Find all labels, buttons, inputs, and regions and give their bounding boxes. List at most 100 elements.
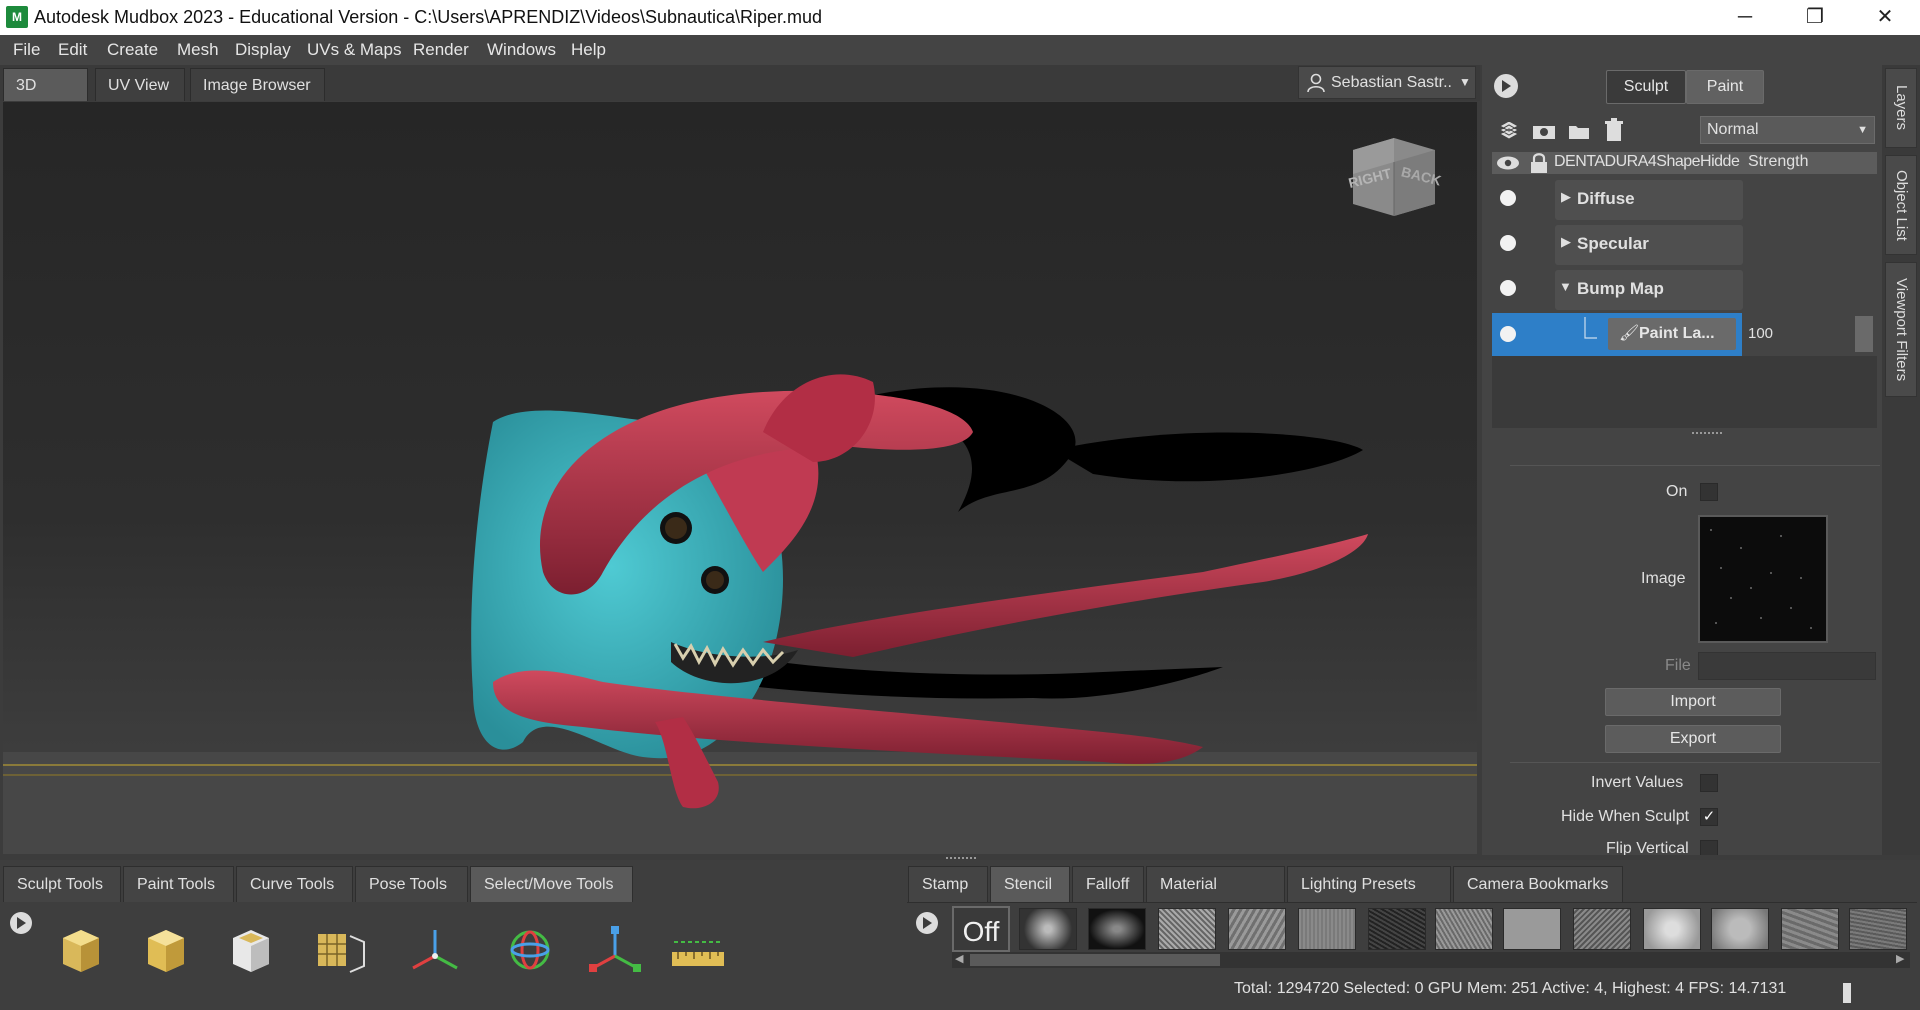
status-bar-text: Total: 1294720 Selected: 0 GPU Mem: 251 … (1234, 980, 1787, 997)
menu-help[interactable]: Help (571, 35, 606, 65)
hide-when-sculpt-checkbox[interactable]: ✓ (1700, 808, 1718, 826)
tab-lighting-presets[interactable]: Lighting Presets (1287, 866, 1451, 902)
menu-file[interactable]: File (13, 35, 40, 65)
side-tab-viewport-filters[interactable]: Viewport Filters (1885, 262, 1917, 397)
side-tab-layers[interactable]: Layers (1885, 68, 1917, 148)
tab-image-browser[interactable]: Image Browser (190, 68, 325, 101)
3d-viewport[interactable]: RIGHT BACK (3, 102, 1477, 854)
maximize-button[interactable]: ❐ (1780, 0, 1850, 35)
translate-lattice-icon[interactable] (312, 922, 372, 978)
menu-windows[interactable]: Windows (487, 35, 556, 65)
paint-layer-row-selected[interactable]: 🖌 Paint La... (1492, 313, 1742, 356)
channel-diffuse[interactable]: ▶ Diffuse (1555, 180, 1743, 220)
select-faces-icon[interactable] (55, 922, 115, 978)
tray-scrollbar[interactable]: ◀ ▶ (952, 952, 1910, 968)
strength-field[interactable]: 100 (1742, 313, 1877, 356)
visibility-dot[interactable] (1500, 326, 1516, 342)
stencil-thumbnail[interactable] (1711, 908, 1769, 950)
visibility-dot[interactable] (1500, 190, 1516, 206)
paint-layer-label: Paint La... (1639, 325, 1715, 342)
tab-select-move-tools[interactable]: Select/Move Tools (470, 866, 633, 902)
tab-stamp[interactable]: Stamp (908, 866, 988, 902)
eye-icon[interactable] (1496, 155, 1520, 171)
on-checkbox[interactable] (1700, 483, 1718, 501)
minimize-button[interactable]: ─ (1710, 0, 1780, 35)
select-uv-icon[interactable] (225, 922, 285, 978)
tab-pose-tools[interactable]: Pose Tools (355, 866, 468, 902)
stencil-thumbnail[interactable] (1368, 908, 1426, 950)
blend-mode-dropdown[interactable]: Normal ▼ (1700, 116, 1875, 144)
scroll-right-arrow-icon[interactable]: ▶ (1896, 952, 1904, 965)
import-button[interactable]: Import (1605, 688, 1781, 716)
tab-paint-tools[interactable]: Paint Tools (123, 866, 234, 902)
scroll-left-arrow-icon[interactable]: ◀ (955, 952, 963, 965)
measure-icon[interactable] (668, 922, 728, 978)
menu-display[interactable]: Display (235, 35, 291, 65)
menu-create[interactable]: Create (107, 35, 158, 65)
channel-label: Specular (1577, 234, 1649, 253)
tab-stencil[interactable]: Stencil (990, 866, 1070, 902)
tab-material-presets[interactable]: Material Presets (1146, 866, 1285, 929)
status-indicator (1843, 983, 1851, 1003)
tab-sculpt-tools[interactable]: Sculpt Tools (3, 866, 121, 902)
tray-expand-arrow-icon[interactable] (8, 910, 34, 936)
tab-curve-tools[interactable]: Curve Tools (236, 866, 353, 902)
user-name: Sebastian Sastr.. (1331, 74, 1452, 91)
splitter-handle[interactable] (1692, 432, 1722, 440)
lock-icon[interactable] (1530, 153, 1548, 173)
tray-expand-arrow-icon[interactable] (914, 910, 940, 936)
stencil-thumbnail[interactable] (1228, 908, 1286, 950)
viewcube[interactable]: RIGHT BACK (1345, 132, 1443, 216)
paint-layer-button[interactable]: 🖌 Paint La... (1608, 318, 1736, 350)
channel-bump-map[interactable]: ▼ Bump Map (1555, 270, 1743, 310)
side-tab-object-list[interactable]: Object List (1885, 155, 1917, 255)
stencil-thumbnail[interactable] (1503, 908, 1561, 950)
channel-specular[interactable]: ▶ Specular (1555, 225, 1743, 265)
visibility-dot[interactable] (1500, 280, 1516, 296)
stencil-thumbnail[interactable] (1435, 908, 1493, 950)
tab-uv-view[interactable]: UV View (95, 68, 185, 101)
scale-icon[interactable] (585, 922, 645, 978)
scrollbar-thumb[interactable] (970, 954, 1220, 966)
tab-3d-view[interactable]: 3D View (3, 68, 88, 127)
menu-mesh[interactable]: Mesh (177, 35, 219, 65)
invert-values-checkbox[interactable] (1700, 774, 1718, 792)
invert-values-label: Invert Values (1591, 774, 1684, 791)
stencil-thumbnail[interactable] (1781, 908, 1839, 950)
menu-uvs-maps[interactable]: UVs & Maps (307, 35, 401, 65)
flip-vertical-checkbox[interactable] (1700, 840, 1718, 855)
menu-render[interactable]: Render (413, 35, 469, 65)
file-label: File (1665, 657, 1691, 674)
stencil-off-thumbnail[interactable]: Off (952, 906, 1010, 952)
layers-stack-icon[interactable] (1498, 120, 1520, 142)
close-button[interactable]: ✕ (1850, 0, 1920, 35)
trash-icon[interactable] (1604, 118, 1624, 142)
tab-paint[interactable]: Paint (1686, 70, 1764, 104)
stencil-thumbnail[interactable] (1573, 908, 1631, 950)
tab-camera-bookmarks[interactable]: Camera Bookmarks (1453, 866, 1623, 902)
user-account-dropdown[interactable]: Sebastian Sastr.. ▼ (1298, 66, 1476, 99)
stencil-thumbnail[interactable] (1298, 908, 1356, 950)
stencil-thumbnail[interactable] (1849, 908, 1907, 950)
stencil-thumbnail[interactable] (1019, 908, 1077, 950)
select-objects-icon[interactable] (140, 922, 200, 978)
visibility-dot[interactable] (1500, 235, 1516, 251)
layer-header-row[interactable]: DENTADURA4ShapeHidde Strength (1492, 152, 1877, 174)
folder-icon[interactable] (1568, 122, 1590, 140)
flip-vertical-label: Flip Vertical (1606, 840, 1689, 855)
rotate-icon[interactable] (500, 922, 560, 978)
menu-edit[interactable]: Edit (58, 35, 87, 65)
hide-when-sculpt-label: Hide When Sculpt (1561, 808, 1690, 825)
strength-slider-handle[interactable] (1855, 316, 1873, 352)
file-path-field[interactable] (1698, 652, 1876, 680)
stencil-thumbnail[interactable] (1088, 908, 1146, 950)
stencil-thumbnail[interactable] (1158, 908, 1216, 950)
translate-icon[interactable] (405, 922, 465, 978)
stencil-thumbnail[interactable] (1643, 908, 1701, 950)
tab-sculpt[interactable]: Sculpt (1606, 70, 1686, 104)
bump-image-thumbnail[interactable] (1698, 515, 1828, 643)
export-button[interactable]: Export (1605, 725, 1781, 753)
tab-falloff[interactable]: Falloff (1072, 866, 1144, 902)
expand-arrow-icon[interactable] (1492, 72, 1520, 100)
camera-icon[interactable] (1532, 122, 1556, 140)
